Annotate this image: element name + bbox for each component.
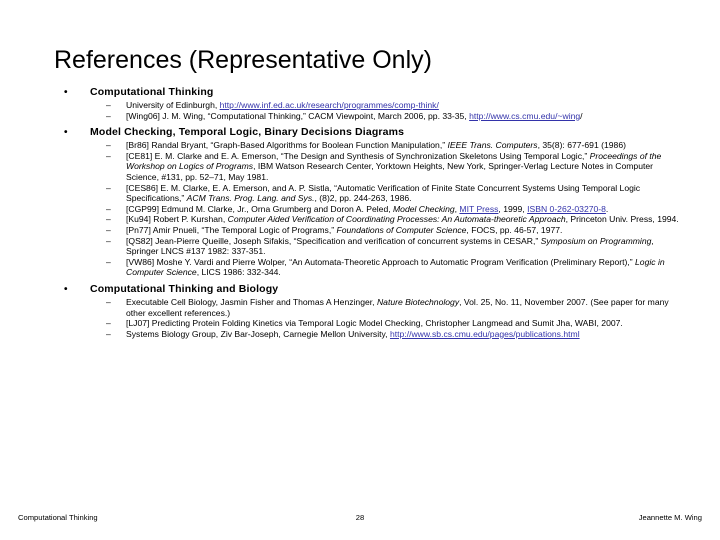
reference-item: – Systems Biology Group, Ziv Bar-Joseph, …: [54, 329, 680, 340]
reference-text: [Br86] Randal Bryant, “Graph-Based Algor…: [126, 140, 626, 150]
reference-title-italic: Nature Biotechnology: [376, 296, 460, 307]
reference-text-run: .: [605, 203, 609, 214]
reference-text-run: [Ku94] Robert P. Kurshan,: [126, 214, 228, 225]
reference-text-run: [CGP99] Edmund M. Clarke, Jr., Orna Grum…: [126, 203, 394, 214]
reference-text: University of Edinburgh, http://www.inf.…: [126, 100, 439, 110]
page-title: References (Representative Only): [54, 45, 432, 74]
reference-text: [LJ07] Predicting Protein Folding Kineti…: [126, 318, 623, 328]
references-content: • Computational Thinking – University of Ed…: [54, 86, 680, 344]
reference-title-italic: IEEE Trans. Computers: [447, 140, 538, 151]
section-heading: • Computational Thinking and Biology: [54, 283, 680, 296]
reference-text-run: [CE81] E. M. Clarke and E. A. Emerson, “…: [126, 150, 590, 161]
reference-text-run: , 35(8): 677-691 (1986): [537, 140, 626, 151]
reference-item: – [CES86] E. M. Clarke, E. A. Emerson, an…: [54, 183, 680, 204]
reference-text: [VW86] Moshe Y. Vardi and Pierre Wolper,…: [126, 257, 665, 278]
bullet-icon: •: [64, 283, 68, 295]
footer-author-label: Jeannette M. Wing: [638, 513, 702, 522]
reference-title-italic: ACM Trans. Prog. Lang. and Sys.: [186, 193, 315, 204]
reference-item: – [Br86] Randal Bryant, “Graph-Based Algo…: [54, 140, 680, 151]
reference-text-run: [QS82] Jean-Pierre Queille, Joseph Sifak…: [126, 235, 541, 246]
reference-text-run: , Princeton Univ. Press, 1994.: [565, 214, 679, 225]
reference-text: [Ku94] Robert P. Kurshan, Computer Aided…: [126, 214, 679, 224]
reference-text: [Pn77] Amir Pnueli, “The Temporal Logic …: [126, 225, 562, 235]
reference-link[interactable]: http://www.sb.cs.cmu.edu/pages/publicati…: [390, 329, 580, 339]
dash-bullet-icon: –: [106, 182, 111, 193]
reference-text: [CE81] E. M. Clarke and E. A. Emerson, “…: [126, 151, 661, 182]
dash-bullet-icon: –: [106, 328, 111, 339]
dash-bullet-icon: –: [106, 256, 111, 267]
section-heading: • Model Checking, Temporal Logic, Binary …: [54, 126, 680, 139]
reference-title-italic: Computer Aided Verification of Coordinat…: [227, 214, 566, 225]
reference-list: – University of Edinburgh, http://www.inf…: [54, 100, 680, 121]
reference-text-run: [Br86] Randal Bryant, “Graph-Based Algor…: [126, 140, 448, 151]
dash-bullet-icon: –: [106, 100, 111, 110]
dash-bullet-icon: –: [106, 235, 111, 246]
reference-item: – [VW86] Moshe Y. Vardi and Pierre Wolper…: [54, 257, 680, 278]
reference-text-run: University of Edinburgh,: [126, 100, 220, 110]
reference-text-run: Systems Biology Group, Ziv Bar-Joseph, C…: [126, 328, 390, 339]
dash-bullet-icon: –: [106, 203, 111, 214]
reference-item: – [CGP99] Edmund M. Clarke, Jr., Orna Gru…: [54, 204, 680, 215]
reference-title-italic: Model Checking: [393, 203, 455, 214]
reference-text: [Wing06] J. M. Wing, “Computational Thin…: [126, 111, 583, 121]
dash-bullet-icon: –: [106, 150, 111, 161]
reference-text: [CES86] E. M. Clarke, E. A. Emerson, and…: [126, 183, 640, 204]
section-heading: • Computational Thinking: [54, 86, 680, 99]
reference-link[interactable]: ISBN 0-262-03270-8: [527, 204, 606, 214]
reference-text: [CGP99] Edmund M. Clarke, Jr., Orna Grum…: [126, 204, 608, 214]
reference-item: – Executable Cell Biology, Jasmin Fisher …: [54, 297, 680, 318]
dash-bullet-icon: –: [106, 110, 111, 121]
reference-text-run: , (8)2, pp. 244-263, 1986.: [314, 193, 412, 204]
reference-link[interactable]: http://www.cs.cmu.edu/~wing: [469, 111, 580, 121]
reference-title-italic: Symposium on Programming: [540, 235, 652, 246]
reference-list: – Executable Cell Biology, Jasmin Fisher …: [54, 297, 680, 339]
reference-text-run: /: [580, 110, 583, 121]
reference-item: – [LJ07] Predicting Protein Folding Kinet…: [54, 318, 680, 329]
bullet-icon: •: [64, 127, 68, 139]
dash-bullet-icon: –: [106, 214, 111, 225]
reference-text-run: Executable Cell Biology, Jasmin Fisher a…: [126, 296, 377, 307]
dash-bullet-icon: –: [106, 318, 111, 329]
reference-link[interactable]: http://www.inf.ed.ac.uk/research/program…: [220, 100, 439, 110]
reference-text-run: [Wing06] J. M. Wing, “Computational Thin…: [126, 110, 470, 121]
reference-text-run: [VW86] Moshe Y. Vardi and Pierre Wolper,…: [126, 256, 636, 267]
reference-text-run: [LJ07] Predicting Protein Folding Kineti…: [126, 318, 623, 329]
slide: References (Representative Only) • Comput…: [0, 0, 720, 540]
reference-item: – [QS82] Jean-Pierre Queille, Joseph Sifa…: [54, 236, 680, 257]
section-heading-label: Computational Thinking: [90, 86, 214, 98]
reference-item: – University of Edinburgh, http://www.inf…: [54, 100, 680, 111]
reference-text-run: , 1999,: [498, 203, 528, 214]
reference-text-run: [Pn77] Amir Pnueli, “The Temporal Logic …: [126, 224, 337, 235]
reference-list: – [Br86] Randal Bryant, “Graph-Based Algo…: [54, 140, 680, 278]
slide-footer: Computational Thinking 28 Jeannette M. W…: [0, 512, 720, 528]
dash-bullet-icon: –: [106, 296, 111, 307]
reference-item: – [Pn77] Amir Pnueli, “The Temporal Logic…: [54, 225, 680, 236]
reference-text: Systems Biology Group, Ziv Bar-Joseph, C…: [126, 329, 580, 339]
reference-title-italic: Foundations of Computer Science: [336, 224, 467, 235]
reference-item: – [Ku94] Robert P. Kurshan, Computer Aide…: [54, 214, 680, 225]
bullet-icon: •: [64, 87, 68, 98]
reference-item: – [CE81] E. M. Clarke and E. A. Emerson, …: [54, 151, 680, 183]
reference-text: [QS82] Jean-Pierre Queille, Joseph Sifak…: [126, 236, 654, 257]
section-heading-label: Model Checking, Temporal Logic, Binary D…: [90, 126, 405, 139]
reference-item: – [Wing06] J. M. Wing, “Computational Thi…: [54, 111, 680, 122]
dash-bullet-icon: –: [106, 140, 111, 151]
reference-text-run: , LICS 1986: 332-344.: [196, 267, 281, 278]
section-heading-label: Computational Thinking and Biology: [90, 282, 279, 295]
reference-text-run: , FOCS, pp. 46-57, 1977.: [466, 224, 563, 235]
dash-bullet-icon: –: [106, 224, 111, 235]
reference-link[interactable]: MIT Press: [459, 204, 498, 214]
footer-page-number: 28: [355, 513, 365, 522]
reference-text: Executable Cell Biology, Jasmin Fisher a…: [126, 297, 669, 318]
